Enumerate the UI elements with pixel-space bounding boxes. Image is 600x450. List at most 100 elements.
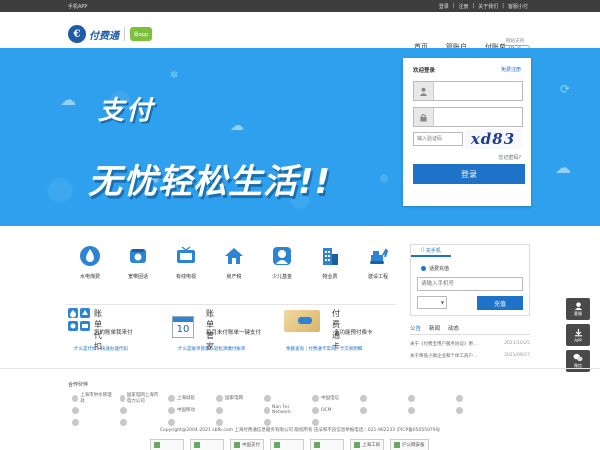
card-description: 多功能预付费卡 [334, 330, 373, 336]
certification-badge[interactable]: 沪公网安备 [390, 439, 429, 450]
certification-badge[interactable]: 上海工商 [350, 439, 384, 450]
recharge-button[interactable]: 充值 [477, 296, 523, 310]
about-link[interactable]: 关于我们 [478, 3, 498, 10]
partner-logo[interactable]: Nan Fei Network [262, 405, 306, 415]
telephone-icon [126, 244, 150, 268]
partner-logo-icon [168, 394, 175, 402]
partner-logo[interactable] [358, 393, 402, 403]
partner-name: 上海市供水管理处 [80, 393, 112, 404]
partner-logo[interactable] [70, 405, 114, 415]
partner-name: 中国移动 [177, 408, 195, 413]
service-child-fund[interactable]: 少儿基金 [258, 244, 306, 280]
partner-logo[interactable]: 上海城投 [166, 393, 210, 403]
service-construction[interactable]: 建设工程 [354, 244, 402, 280]
partner-logo[interactable] [118, 417, 162, 427]
service-utilities[interactable]: 水电煤费 [66, 244, 114, 280]
site-logo[interactable]: € 付费通 易app [68, 25, 152, 43]
partner-logo[interactable]: 中国移动 [166, 405, 210, 415]
link-balance-query[interactable]: 余额查询 [286, 347, 304, 352]
service-broadband[interactable]: 宽带固话 [114, 244, 162, 280]
free-register-link[interactable]: 免费注册 [501, 66, 521, 73]
service-label: 有线电视 [175, 274, 196, 280]
partner-logo-icon [72, 394, 79, 402]
partner-logo[interactable]: OCM [310, 405, 354, 415]
service-property-tax[interactable]: 房产税 [210, 244, 258, 280]
partner-logo[interactable] [262, 417, 306, 427]
news-item[interactable]: 关于降低小微企业和个体工商户... 2021/09/27 [410, 353, 530, 359]
float-customer-service[interactable]: 客服 [566, 298, 590, 320]
partner-name: 中国电信 [321, 396, 339, 401]
partner-logo[interactable] [454, 393, 498, 403]
partner-logo[interactable] [358, 405, 402, 415]
tab-announcements[interactable]: 公告 [410, 324, 421, 332]
partner-logo[interactable] [406, 405, 450, 415]
news-item[interactable]: 关于《付费宝用户服务协议》更... 2021/10/25 [410, 341, 530, 347]
mobile-app-link[interactable]: 手机APP [68, 3, 87, 10]
service-property-fee[interactable]: 物业费 [306, 244, 354, 280]
partner-logo-icon [120, 418, 127, 426]
partner-logo[interactable]: 中国电信 [310, 393, 354, 403]
partner-logo-icon [168, 406, 175, 414]
partner-logo[interactable]: 上海市供水管理处 [70, 393, 114, 404]
service-label: 少儿基金 [271, 274, 292, 280]
amount-select[interactable] [417, 296, 447, 309]
link-card-transactions[interactable]: 卡交易明细 [340, 347, 363, 352]
login-button[interactable]: 登录 [413, 164, 525, 184]
service-label: 房产税 [226, 274, 242, 280]
tab-news[interactable]: 新闻 [429, 324, 440, 332]
partner-logo[interactable]: 国家电网 [214, 393, 258, 403]
login-link[interactable]: 登录 [439, 3, 449, 10]
certification-badge[interactable] [310, 439, 344, 450]
partner-logo-icon [72, 406, 79, 414]
news-tabs: 公告 新闻 动态 [410, 324, 530, 335]
partner-logo-icon [216, 406, 223, 414]
link-apply-debit[interactable]: 快速办理代扣 [101, 347, 128, 352]
phone-number-input[interactable] [417, 277, 523, 291]
tab-updates[interactable]: 动态 [448, 324, 459, 332]
news-date: 2021/10/25 [504, 341, 530, 346]
recharge-option[interactable]: 话费充值 [421, 265, 449, 272]
partner-logo[interactable] [166, 417, 210, 427]
password-input[interactable] [434, 108, 522, 126]
link-card-faq[interactable]: 付费通卡常问 [308, 347, 335, 352]
certification-badge[interactable] [190, 439, 224, 450]
certification-badge[interactable]: 中国支付 [230, 439, 264, 450]
tab-mobile-recharge[interactable]: ▯ 充手机 [411, 245, 451, 257]
partner-logo[interactable] [406, 393, 450, 403]
customer-service-link[interactable]: 客服小付 [508, 3, 528, 10]
service-cable-tv[interactable]: 有线电视 [162, 244, 210, 280]
partner-logo[interactable]: 国家电网上海市电力公司 [118, 393, 162, 404]
float-app[interactable]: APP [566, 324, 590, 346]
partner-logo[interactable] [118, 405, 162, 415]
captcha-image[interactable]: xd83 [465, 129, 521, 149]
float-label: APP [574, 337, 582, 343]
username-input[interactable] [434, 82, 522, 100]
headset-icon [574, 302, 582, 310]
partner-logo[interactable] [214, 417, 258, 427]
calendar-icon: 10 [172, 316, 194, 338]
partner-logo[interactable] [214, 405, 258, 415]
partner-logo-icon [216, 394, 223, 402]
partner-logo[interactable] [454, 405, 498, 415]
certification-badge[interactable] [150, 439, 184, 450]
partner-logo[interactable] [262, 393, 306, 403]
certification-badge[interactable] [270, 439, 304, 450]
excavator-icon [366, 244, 390, 268]
link-what-is-manager[interactable]: 什么是账单管家 [178, 347, 210, 352]
link-what-is-debit[interactable]: 什么是代扣 [74, 347, 97, 352]
badge-label: 上海工商 [362, 443, 380, 448]
password-field [413, 107, 523, 127]
top-links: 登录 | 注册 | 关于我们 | 客服小付 [439, 3, 528, 10]
user-icon [414, 82, 434, 100]
badge-icon [354, 442, 360, 448]
phone-icon: ▯ [421, 247, 424, 253]
building-icon [318, 244, 342, 268]
forgot-password-link[interactable]: 忘记密码? [498, 154, 521, 161]
logo-text: 付费通 [89, 30, 119, 42]
register-link[interactable]: 注册 [459, 3, 469, 10]
captcha-input[interactable] [413, 132, 463, 146]
partner-logo[interactable] [310, 417, 354, 427]
circle-icon: ◎ [380, 174, 388, 184]
partner-logo[interactable] [70, 417, 114, 427]
link-clear-bills[interactable]: 轻松清缴付账单 [214, 347, 246, 352]
